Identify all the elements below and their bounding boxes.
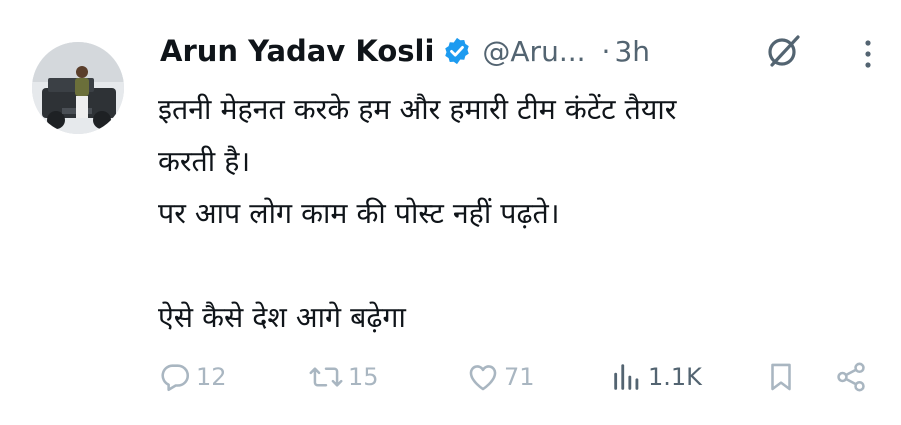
reply-count: 12 <box>196 363 227 391</box>
tweet-text-line: ऐसे कैसे देश आगे बढ़ेगा <box>158 301 406 334</box>
verified-badge-icon <box>442 36 472 66</box>
tweet-header: Arun Yadav Kosli @Aru... · 3h <box>160 28 650 74</box>
like-button[interactable]: 71 <box>466 352 535 402</box>
tweet-text-line: पर आप लोग काम की पोस्ट नहीं पढ़ते। <box>158 197 560 230</box>
bookmark-icon <box>764 360 798 394</box>
timestamp[interactable]: 3h <box>614 35 650 68</box>
views-button[interactable]: 1.1K <box>610 352 702 402</box>
views-chart-icon <box>610 360 644 394</box>
repost-icon <box>308 360 344 394</box>
reply-icon <box>158 360 192 394</box>
reply-button[interactable]: 12 <box>158 352 227 402</box>
tweet-text-line: इतनी मेहनत करके हम और हमारी टीम कंटेंट त… <box>158 93 677 126</box>
share-icon <box>834 360 868 394</box>
views-count: 1.1K <box>648 363 702 391</box>
grok-icon[interactable] <box>764 31 804 71</box>
heart-icon <box>466 360 500 394</box>
more-options-icon[interactable] <box>858 38 878 70</box>
share-button[interactable] <box>834 352 868 402</box>
repost-count: 15 <box>348 363 379 391</box>
action-bar: 12 15 71 1.1K <box>158 352 878 402</box>
separator-dot: · <box>601 34 611 68</box>
repost-button[interactable]: 15 <box>308 352 379 402</box>
like-count: 71 <box>504 363 535 391</box>
tweet-text: इतनी मेहनत करके हम और हमारी टीम कंटेंट त… <box>158 84 858 344</box>
author-name[interactable]: Arun Yadav Kosli <box>160 34 434 68</box>
tweet-text-line: करती है। <box>158 145 251 178</box>
avatar-photo <box>32 42 124 134</box>
author-handle[interactable]: @Aru... <box>482 35 585 68</box>
bookmark-button[interactable] <box>764 352 798 402</box>
avatar[interactable] <box>32 42 124 134</box>
